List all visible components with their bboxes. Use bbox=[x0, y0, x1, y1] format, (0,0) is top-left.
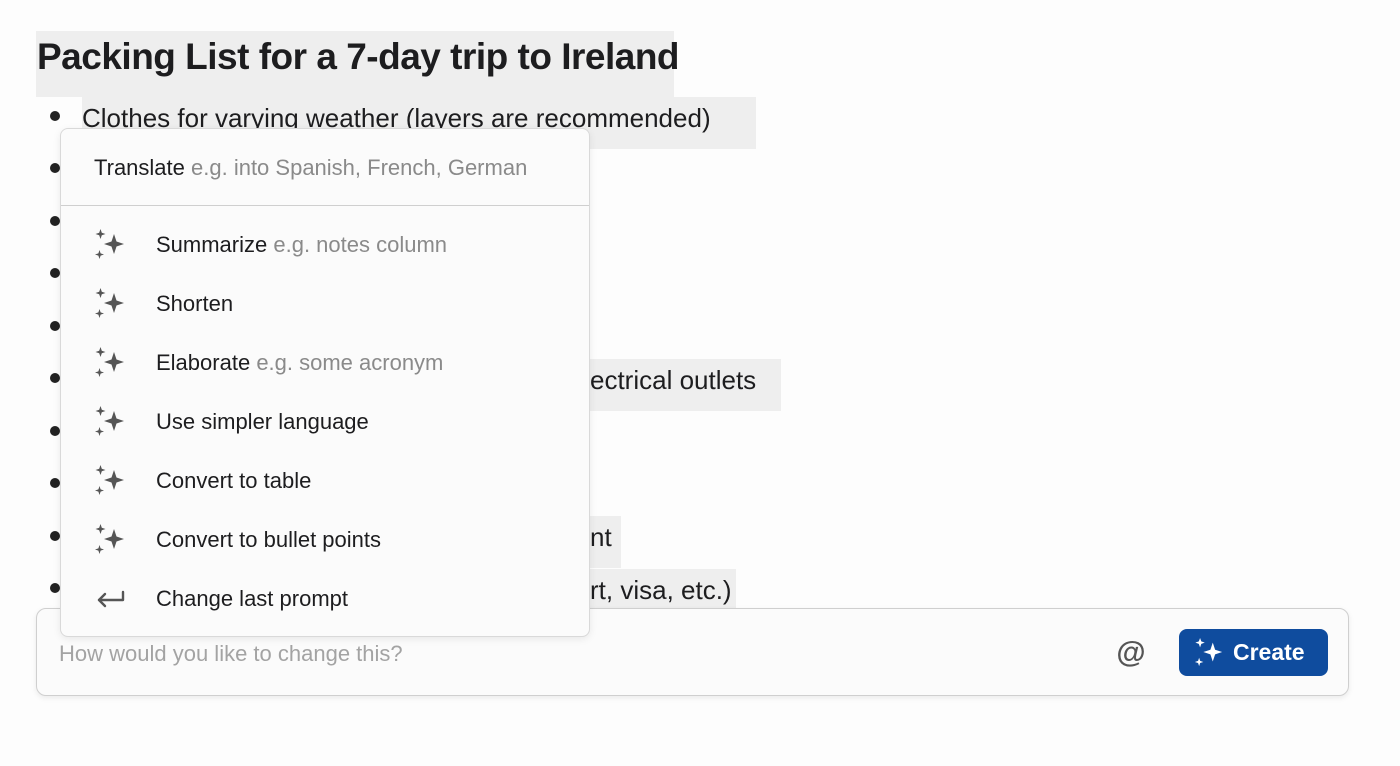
bullet-dot bbox=[50, 163, 60, 173]
menu-item-shorten[interactable]: Shorten bbox=[61, 274, 589, 333]
bullet-dot bbox=[50, 268, 60, 278]
menu-item-convert-to-table[interactable]: Convert to table bbox=[61, 451, 589, 510]
menu-item-label: Use simpler language bbox=[156, 409, 369, 434]
document-title: Packing List for a 7-day trip to Ireland bbox=[36, 31, 680, 97]
bullet-dot bbox=[50, 531, 60, 541]
menu-item-hint: e.g. notes column bbox=[273, 232, 448, 257]
sparkle-icon bbox=[95, 524, 124, 554]
menu-item-use-simpler-language[interactable]: Use simpler language bbox=[61, 392, 589, 451]
bullet-dot bbox=[50, 321, 60, 331]
menu-item-change-last-prompt[interactable]: Change last prompt bbox=[61, 569, 589, 628]
bullet-item-10: rt, visa, etc.) bbox=[590, 569, 736, 609]
bullet-item-9: nt bbox=[590, 516, 621, 568]
sparkle-icon bbox=[95, 229, 124, 259]
mention-icon[interactable]: @ bbox=[1115, 633, 1147, 673]
menu-item-label: Translate bbox=[94, 155, 185, 180]
prompt-input[interactable] bbox=[57, 635, 1101, 673]
menu-item-hint: e.g. some acronym bbox=[256, 350, 444, 375]
bullet-dot bbox=[50, 216, 60, 226]
menu-item-label: Elaborate bbox=[156, 350, 251, 375]
menu-item-label: Convert to bullet points bbox=[156, 527, 382, 552]
menu-item-hint: e.g. into Spanish, French, German bbox=[191, 155, 528, 180]
menu-item-label: Change last prompt bbox=[156, 586, 348, 611]
sparkle-icon bbox=[95, 465, 124, 495]
sparkle-icon bbox=[1194, 637, 1223, 667]
bullet-dot bbox=[50, 373, 60, 383]
create-button-label: Create bbox=[1233, 639, 1305, 665]
menu-item-label: Shorten bbox=[156, 291, 234, 316]
bullet-dot bbox=[50, 583, 60, 593]
menu-item-summarize[interactable]: Summarize e.g. notes column bbox=[61, 215, 589, 274]
return-arrow-icon bbox=[97, 590, 125, 608]
sparkle-icon bbox=[95, 288, 124, 318]
bullet-dot bbox=[50, 478, 60, 488]
sparkle-icon bbox=[95, 406, 124, 436]
menu-item-label: Summarize bbox=[156, 232, 268, 257]
bullet-dot bbox=[50, 111, 60, 121]
bullet-dot bbox=[50, 426, 60, 436]
ai-actions-menu: Translate e.g. into Spanish, French, Ger… bbox=[60, 128, 590, 637]
menu-item-elaborate[interactable]: Elaborate e.g. some acronym bbox=[61, 333, 589, 392]
bullet-item-6: ectrical outlets bbox=[590, 359, 781, 411]
menu-item-convert-to-bullet-points[interactable]: Convert to bullet points bbox=[61, 510, 589, 569]
menu-item-label: Convert to table bbox=[156, 468, 312, 493]
sparkle-icon bbox=[95, 347, 124, 377]
menu-item-translate[interactable]: Translate e.g. into Spanish, French, Ger… bbox=[61, 129, 589, 206]
create-button[interactable]: Create bbox=[1179, 629, 1328, 676]
